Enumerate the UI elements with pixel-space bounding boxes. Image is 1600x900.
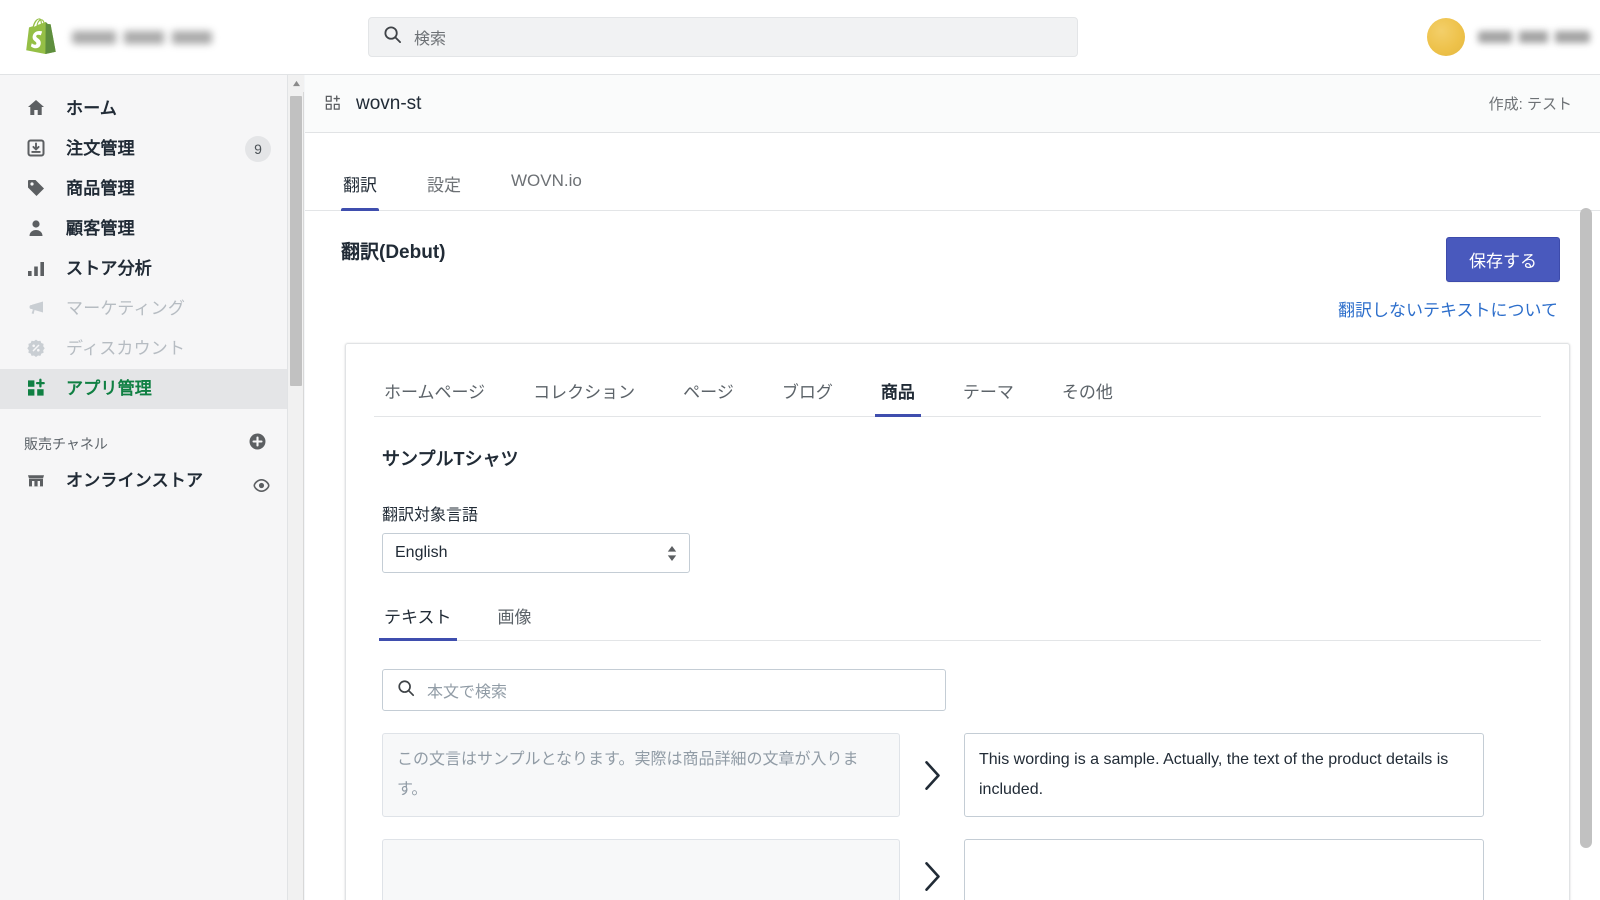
home-icon [24, 89, 48, 118]
sidebar-item-label: 注文管理 [66, 139, 135, 158]
avatar [1427, 18, 1465, 56]
note-link-row: 翻訳しないテキストについて [305, 282, 1600, 321]
sidebar-item-label: 商品管理 [66, 179, 135, 198]
body-search-placeholder: 本文で検索 [427, 684, 508, 701]
sub-tab-image[interactable]: 画像 [496, 599, 534, 640]
discount-percent-icon [24, 329, 48, 358]
plus-circle-icon[interactable] [248, 432, 267, 456]
target-language-select[interactable]: English [382, 533, 690, 573]
sidebar-item-label: 顧客管理 [66, 219, 135, 238]
sidebar: ホーム 注文管理 9 商品管理 顧客管理 ストア分析 マーケティング ディスカウ… [0, 75, 288, 900]
account-name-redacted [1478, 31, 1590, 43]
sidebar-item-apps[interactable]: アプリ管理 [0, 369, 287, 409]
sidebar-item-home[interactable]: ホーム [0, 89, 287, 129]
sidebar-item-discounts[interactable]: ディスカウント [0, 329, 287, 369]
eye-icon[interactable] [252, 476, 271, 500]
content-type-tabs: ホームページ コレクション ページ ブログ 商品 テーマ その他 [374, 372, 1541, 417]
sidebar-item-customers[interactable]: 顧客管理 [0, 209, 287, 249]
sidebar-item-label: マーケティング [66, 299, 186, 318]
source-text: この文言はサンプルとなります。実際は商品詳細の文章が入ります。 [382, 733, 900, 817]
body-search-input[interactable]: 本文で検索 [382, 669, 946, 711]
storefront-icon [24, 461, 48, 490]
target-text-input[interactable] [964, 839, 1484, 900]
chevron-right-icon [900, 861, 964, 892]
megaphone-icon [24, 289, 48, 318]
source-text [382, 839, 900, 900]
main-scrollbar[interactable] [1580, 208, 1592, 900]
sidebar-divider-gap [0, 409, 287, 427]
sidebar-item-products[interactable]: 商品管理 [0, 169, 287, 209]
content-tab-blog[interactable]: ブログ [780, 372, 835, 416]
tag-icon [24, 169, 48, 198]
content-tab-theme[interactable]: テーマ [961, 372, 1016, 416]
tab-translation[interactable]: 翻訳 [341, 161, 379, 211]
brand-area[interactable] [0, 18, 340, 56]
content-tab-collection[interactable]: コレクション [531, 372, 637, 416]
account-menu[interactable] [1427, 18, 1600, 56]
store-name-redacted [72, 30, 212, 44]
untranslated-text-info-link[interactable]: 翻訳しないテキストについて [1338, 296, 1558, 321]
sidebar-scrollbar-thumb[interactable] [290, 96, 302, 386]
translation-row: この文言はサンプルとなります。実際は商品詳細の文章が入ります。 This wor… [382, 733, 1541, 817]
app-created-by: 作成: テスト [1488, 96, 1572, 113]
search-icon [383, 25, 402, 49]
search-icon [397, 679, 415, 702]
apps-plus-icon [24, 369, 48, 398]
shopify-bag-icon [24, 18, 58, 56]
sidebar-item-orders[interactable]: 注文管理 9 [0, 129, 287, 169]
target-language-label: 翻訳対象言語 [382, 507, 479, 524]
resource-sub-tabs: テキスト 画像 [379, 599, 1541, 641]
apps-grid-plus-icon [325, 95, 342, 112]
tab-settings[interactable]: 設定 [425, 161, 463, 210]
sidebar-item-label: ホーム [66, 99, 118, 118]
main-content: wovn-st 作成: テスト 翻訳 設定 WOVN.io 翻訳(Debut) … [305, 75, 1600, 900]
content-tab-product[interactable]: 商品 [874, 372, 921, 417]
sidebar-item-label: オンラインストア [66, 471, 204, 490]
sidebar-item-label: ディスカウント [66, 339, 186, 358]
caret-up-icon[interactable] [288, 75, 304, 92]
sidebar-scrollbar[interactable] [288, 75, 304, 900]
page-title: 翻訳(Debut) [341, 242, 446, 263]
bar-chart-icon [24, 249, 48, 278]
target-language-value: English [395, 544, 448, 561]
sales-channels-header: 販売チャネル [0, 427, 287, 461]
product-name: サンプルTシャツ [382, 449, 519, 469]
up-down-caret-icon [667, 545, 677, 561]
save-button[interactable]: 保存する [1446, 237, 1560, 282]
sales-channels-title: 販売チャネル [24, 436, 108, 452]
page-header: 翻訳(Debut) 保存する [305, 211, 1600, 282]
main-scrollbar-thumb[interactable] [1580, 208, 1592, 848]
global-search-placeholder: 検索 [414, 31, 447, 48]
target-text-input[interactable]: This wording is a sample. Actually, the … [964, 733, 1484, 817]
orders-inbox-icon [24, 129, 48, 158]
global-search-input[interactable]: 検索 [368, 17, 1078, 57]
chevron-right-icon [900, 760, 964, 791]
sub-tab-text[interactable]: テキスト [379, 599, 456, 641]
sidebar-item-analytics[interactable]: ストア分析 [0, 249, 287, 289]
sidebar-item-marketing[interactable]: マーケティング [0, 289, 287, 329]
top-bar: 検索 [0, 0, 1600, 75]
app-bar: wovn-st 作成: テスト [305, 75, 1600, 133]
sidebar-item-online-store[interactable]: オンラインストア [0, 461, 287, 515]
translation-row [382, 839, 1541, 900]
tab-wovn-io[interactable]: WOVN.io [509, 161, 584, 210]
app-tabs: 翻訳 設定 WOVN.io [305, 161, 1600, 211]
translation-card: ホームページ コレクション ページ ブログ 商品 テーマ その他 サンプルTシャ… [345, 343, 1570, 900]
content-tab-other[interactable]: その他 [1060, 372, 1115, 416]
sidebar-item-label: アプリ管理 [66, 379, 152, 398]
app-title: wovn-st [356, 92, 422, 114]
sidebar-item-label: ストア分析 [66, 259, 152, 278]
content-tab-homepage[interactable]: ホームページ [382, 372, 487, 416]
person-icon [24, 209, 48, 238]
orders-count-badge: 9 [245, 136, 271, 162]
content-tab-page[interactable]: ページ [681, 372, 736, 416]
